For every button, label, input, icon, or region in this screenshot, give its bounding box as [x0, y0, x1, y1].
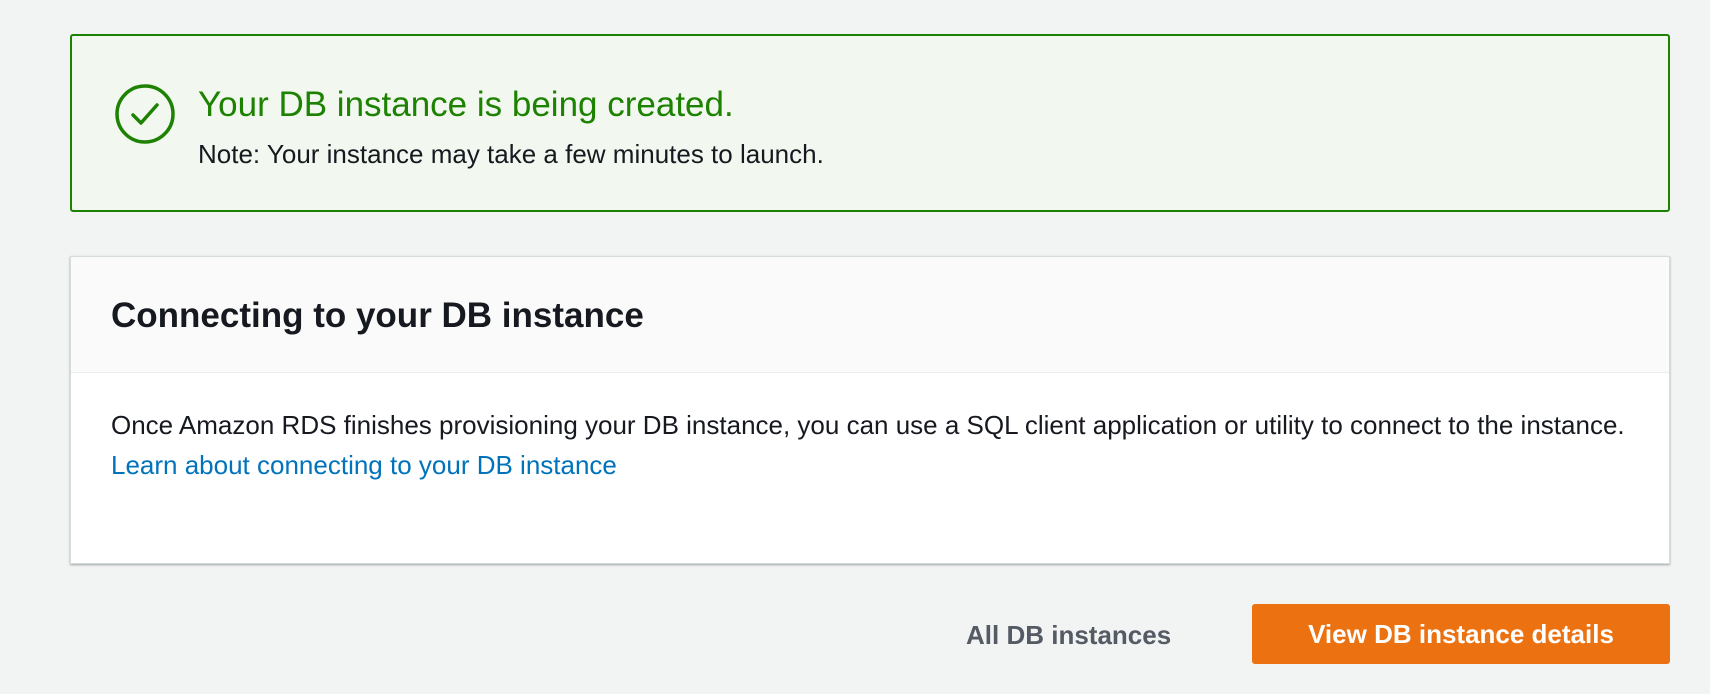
card-header: Connecting to your DB instance: [71, 257, 1669, 373]
success-alert: Your DB instance is being created. Note:…: [70, 34, 1670, 212]
card-body: Once Amazon RDS finishes provisioning yo…: [111, 405, 1641, 485]
alert-title: Your DB instance is being created.: [198, 85, 734, 124]
learn-more-link[interactable]: Learn about connecting to your DB instan…: [111, 445, 617, 485]
check-circle-icon: [115, 84, 175, 144]
all-db-instances-button[interactable]: All DB instances: [966, 610, 1171, 660]
card-title: Connecting to your DB instance: [111, 296, 644, 335]
card-description: Once Amazon RDS finishes provisioning yo…: [111, 410, 1625, 440]
alert-note: Note: Your instance may take a few minut…: [198, 139, 824, 169]
connecting-card: Connecting to your DB instance Once Amaz…: [70, 256, 1670, 564]
view-db-instance-details-button[interactable]: View DB instance details: [1252, 604, 1670, 664]
